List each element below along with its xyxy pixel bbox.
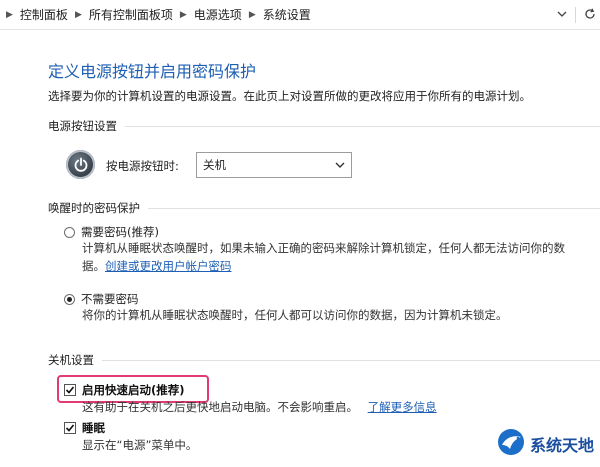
learn-more-link[interactable]: 了解更多信息: [368, 400, 437, 414]
checkbox[interactable]: [64, 384, 76, 396]
checkbox-fast-startup[interactable]: 启用快速启动(推荐): [64, 382, 185, 398]
chevron-down-icon[interactable]: [557, 8, 567, 22]
chevron-right-icon: ▶: [74, 9, 82, 20]
checkbox[interactable]: [64, 422, 76, 434]
checkmark-icon: [65, 424, 75, 432]
section-title: 关机设置: [48, 353, 94, 367]
refresh-icon[interactable]: [584, 8, 596, 23]
power-icon: [66, 150, 95, 179]
section-shutdown: 关机设置: [48, 352, 600, 368]
section-title: 唤醒时的密码保护: [48, 201, 140, 215]
chevron-right-icon: ▶: [248, 9, 256, 20]
breadcrumb-item-power-options[interactable]: 电源选项: [194, 6, 242, 23]
radio-label: 不需要密码: [81, 292, 139, 306]
select-value: 关机: [203, 158, 226, 172]
no-password-description: 将你的计算机从睡眠状态唤醒时，任何人都可以访问你的数据，因为计算机未锁定。: [82, 308, 508, 322]
sleep-description: 显示在“电源”菜单中。: [82, 438, 198, 452]
checkbox-label: 睡眠: [82, 421, 105, 435]
section-title: 电源按钮设置: [48, 119, 117, 133]
checkbox-sleep[interactable]: 睡眠: [64, 420, 105, 436]
chevron-down-icon: [335, 159, 345, 173]
section-wake-password: 唤醒时的密码保护: [48, 200, 600, 216]
power-button-label: 按电源按钮时:: [106, 159, 179, 173]
radio-label: 需要密码(推荐): [81, 225, 159, 239]
create-password-link[interactable]: 创建或更改用户帐户密码: [105, 259, 232, 273]
power-button-action-select[interactable]: 关机: [196, 152, 352, 178]
section-power-button: 电源按钮设置: [48, 118, 600, 134]
radio-no-password[interactable]: 不需要密码: [64, 291, 139, 307]
chevron-right-icon: ▶: [179, 9, 187, 20]
breadcrumb-item-system-settings[interactable]: 系统设置: [263, 6, 311, 23]
chevron-right-icon: ▶: [6, 9, 13, 20]
require-password-description: 计算机从睡眠状态唤醒时，如果未输入正确的密码来解除计算机锁定，任何人都无法访问你…: [82, 239, 565, 275]
divider: [125, 125, 600, 127]
divider: [102, 359, 600, 361]
watermark-logo: 系统天地: [496, 427, 594, 461]
bird-logo-icon: [496, 427, 526, 461]
address-bar[interactable]: ▶ 控制面板 ▶ 所有控制面板项 ▶ 电源选项 ▶ 系统设置: [0, 0, 600, 30]
checkmark-icon: [65, 386, 75, 394]
fast-startup-description: 这有助于在关机之后更快地启动电脑。不会影响重启。 了解更多信息: [82, 398, 437, 416]
description-line: 计算机从睡眠状态唤醒时，如果未输入正确的密码来解除计算机锁定，任何人都无法访问你…: [82, 241, 565, 255]
description-line: 这有助于在关机之后更快地启动电脑。不会影响重启。: [82, 400, 358, 414]
radio-require-password[interactable]: 需要密码(推荐): [64, 224, 159, 240]
watermark-text: 系统天地: [529, 436, 594, 455]
description-line: 据。: [82, 259, 105, 273]
divider: [575, 7, 576, 23]
breadcrumb-item-control-panel[interactable]: 控制面板: [20, 6, 68, 23]
divider: [148, 207, 600, 209]
radio-button[interactable]: [64, 226, 75, 238]
checkbox-label: 启用快速启动(推荐): [82, 383, 185, 397]
page-subtitle: 选择要为你的计算机设置的电源设置。在此页上对设置所做的更改将应用于你所有的电源计…: [48, 89, 531, 103]
breadcrumb-item-all-items[interactable]: 所有控制面板项: [89, 6, 173, 23]
page-title: 定义电源按钮并启用密码保护: [48, 62, 257, 81]
radio-button[interactable]: [64, 293, 75, 305]
